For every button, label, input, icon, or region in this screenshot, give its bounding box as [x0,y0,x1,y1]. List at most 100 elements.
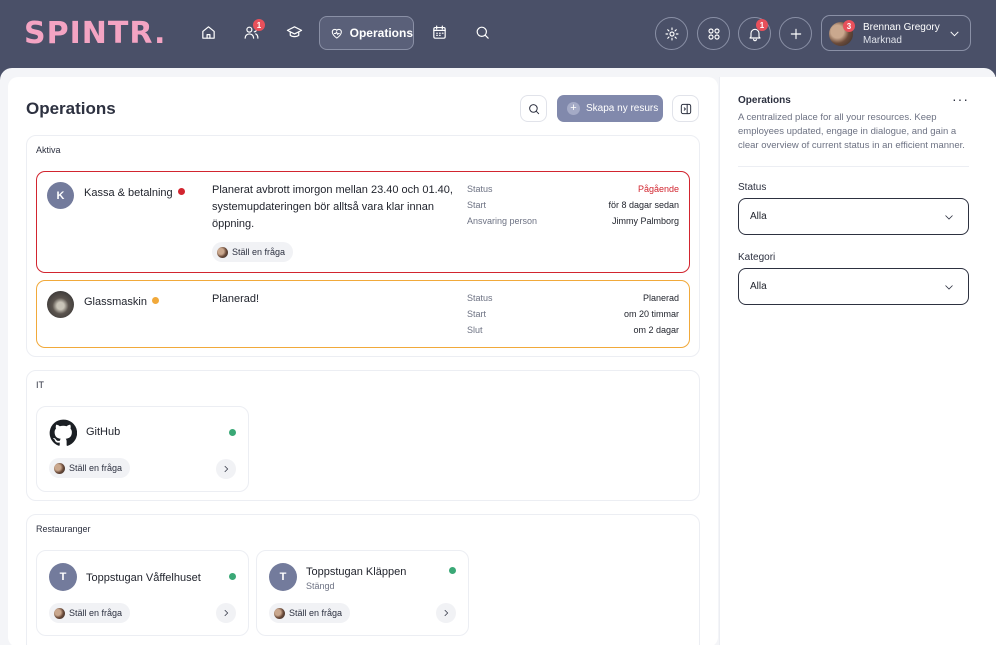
toggle-sidebar-button[interactable] [672,95,699,122]
resource-card-vaffelhuset[interactable]: T Toppstugan Våffelhuset Ställ en fråga [36,550,249,636]
avatar [274,607,285,619]
status-dot [229,573,236,580]
chevron-right-icon [444,609,449,617]
divider [738,166,969,167]
section-title: Restauranger [36,524,91,534]
meta-value-start: för 8 dagar sedan [608,200,679,210]
category-filter-value: Alla [750,281,767,292]
section-restaurants: Restauranger T Toppstugan Våffelhuset St… [26,514,700,645]
spintr-logo[interactable]: SPINTR. [24,16,166,51]
gear-icon [664,26,679,41]
graduation-cap-icon[interactable] [281,19,307,45]
ask-question-button[interactable]: Ställ en fråga [49,603,131,623]
avatar [54,462,65,474]
resource-name: Glassmaskin [84,296,159,308]
resource-name: Toppstugan Våffelhuset [86,572,201,584]
avatar [54,607,65,619]
chevron-down-icon [945,215,953,220]
search-icon[interactable] [469,19,495,45]
resource-card-klappen[interactable]: T Toppstugan Kläppen Stängd Ställ en frå… [256,550,469,636]
ask-question-label: Ställ en fråga [69,608,123,618]
chevron-down-icon [948,27,961,40]
section-title: Aktiva [36,145,61,155]
user-menu[interactable]: 3 Brennan Gregory Marknad [821,15,971,51]
create-button[interactable] [779,17,812,50]
user-department: Marknad [863,35,902,46]
user-badge: 3 [843,20,855,32]
info-sidebar: Operations ··· A centralized place for a… [719,77,996,645]
sidebar-title: Operations [738,95,791,106]
status-dot [449,567,456,574]
avatar [217,246,228,258]
status-message: Planerat avbrott imorgon mellan 23.40 oc… [212,184,453,230]
user-name: Brennan Gregory [863,22,940,33]
github-icon [49,419,77,446]
section-it: IT GitHub Ställ en fråga [26,370,700,501]
page-title: Operations [26,99,116,118]
meta-label: Start [467,200,487,210]
heart-pulse-icon [331,28,342,39]
section-active: Aktiva K Kassa & betalning Planerat avbr… [26,135,700,357]
avatar: K [47,182,74,209]
calendar-icon[interactable] [426,19,452,45]
create-resource-button[interactable]: + Skapa ny resurs [557,95,663,122]
status-filter-label: Status [738,182,767,193]
status-message: Planerad! [212,293,260,305]
sidebar-panel-icon [680,103,691,114]
resource-name-text: Glassmaskin [84,296,147,308]
home-icon[interactable] [195,19,221,45]
meta-label: Status [467,184,493,194]
avatar: T [49,563,77,591]
content-area: Operations + Skapa ny resurs Aktiva K Ka… [0,68,996,645]
meta-value-responsible: Jimmy Palmborg [611,216,679,226]
section-title: IT [36,380,44,390]
people-badge: 1 [253,19,265,31]
meta-value-start: om 20 timmar [623,309,679,319]
apps-button[interactable] [697,17,730,50]
create-resource-label: Skapa ny resurs [586,103,659,114]
avatar: T [269,563,297,591]
notifications-badge: 1 [756,19,768,31]
open-resource-button[interactable] [436,603,456,623]
operation-card-kassa[interactable]: K Kassa & betalning Planerat avbrott imo… [36,171,690,273]
ask-question-button[interactable]: Ställ en fråga [212,242,294,262]
sidebar-description: A centralized place for all your resourc… [738,112,965,151]
more-options-icon[interactable]: ··· [952,91,969,107]
ask-question-label: Ställ en fråga [289,608,343,618]
ask-question-label: Ställ en fråga [232,247,286,257]
resource-subtitle: Stängd [306,581,335,591]
meta-value-status: Pågående [637,184,679,194]
status-filter-value: Alla [750,211,767,222]
chevron-right-icon [224,609,229,617]
meta-label: Start [467,309,487,319]
status-filter-select[interactable]: Alla [738,198,969,235]
category-filter-select[interactable]: Alla [738,268,969,305]
search-icon [528,103,539,114]
settings-button[interactable] [655,17,688,50]
main-panel: Operations + Skapa ny resurs Aktiva K Ka… [8,77,718,645]
resource-name: GitHub [86,426,121,438]
open-resource-button[interactable] [216,459,236,479]
open-resource-button[interactable] [216,603,236,623]
status-dot [229,429,236,436]
ask-question-button[interactable]: Ställ en fråga [49,458,131,478]
meta-label: Slut [467,325,483,335]
nav-operations-label: Operations [349,26,413,40]
meta-label: Ansvaring person [467,216,538,226]
ask-question-button[interactable]: Ställ en fråga [269,603,351,623]
status-dot [177,188,185,195]
plus-icon: + [567,102,580,115]
avatar [47,291,74,318]
meta-value-end: om 2 dagar [633,325,679,335]
category-filter-label: Kategori [738,252,776,263]
search-button[interactable] [520,95,547,122]
ask-question-label: Ställ en fråga [69,463,123,473]
nav-operations[interactable]: Operations [319,16,414,50]
plus-icon [790,28,801,39]
resource-card-github[interactable]: GitHub Ställ en fråga [36,406,249,492]
chevron-right-icon [224,465,229,473]
operation-card-glassmaskin[interactable]: Glassmaskin Planerad! Status Planerad St… [36,280,690,348]
apps-grid-icon [707,27,720,40]
meta-value-status: Planerad [642,293,679,303]
chevron-down-icon [945,285,953,290]
